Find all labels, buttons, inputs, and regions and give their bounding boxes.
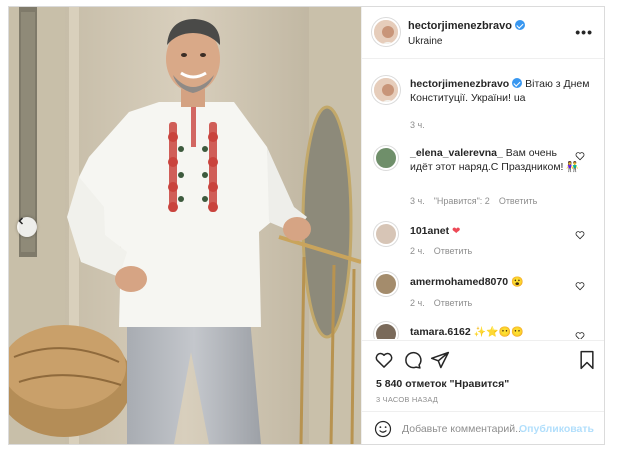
comment-icon[interactable] — [402, 350, 422, 370]
post-timestamp: 3 ЧАСОВ НАЗАД — [376, 395, 439, 404]
heart-icon[interactable] — [374, 350, 394, 370]
comment-input[interactable] — [402, 422, 527, 436]
verified-badge-icon — [514, 20, 525, 30]
comment-meta: 2 ч. Ответить — [410, 298, 481, 308]
comment-meta: 3 ч. "Нравится": 2 Ответить — [410, 196, 546, 206]
comment-username[interactable]: tamara.6162 — [410, 326, 471, 338]
reply-button[interactable]: Ответить — [434, 298, 472, 308]
comment-likes-count[interactable]: "Нравится": 2 — [434, 196, 490, 206]
caption-time: 3 ч. — [410, 120, 425, 130]
comment-like-heart-icon[interactable] — [575, 331, 585, 339]
avatar-image — [374, 78, 398, 102]
comment-emoji: 👫 — [566, 162, 579, 173]
add-comment-bar: Опубликовать — [362, 411, 604, 444]
red-heart-emoji: ❤ — [452, 226, 461, 237]
comment-time: 2 ч. — [410, 298, 425, 308]
comment-emoji: ✨⭐😶😶 — [473, 327, 524, 338]
comment-emoji: 😮 — [510, 277, 524, 288]
comments-list[interactable]: hectorjimenezbravo Вітаю з Днем Конститу… — [362, 60, 604, 339]
comment-like-heart-icon[interactable] — [575, 151, 585, 161]
comment-like-heart-icon[interactable] — [575, 281, 585, 291]
comment-avatar[interactable] — [374, 272, 398, 296]
caption-username[interactable]: hectorjimenezbravo — [410, 78, 509, 90]
caption-avatar[interactable] — [372, 76, 400, 104]
comment-item: amermohamed8070 😮 — [410, 275, 580, 290]
comment-username[interactable]: amermohamed8070 — [410, 276, 508, 288]
comment-avatar[interactable] — [374, 322, 398, 339]
comment-avatar[interactable] — [374, 222, 398, 246]
reply-button[interactable]: Ответить — [499, 196, 537, 206]
more-options-icon[interactable]: ••• — [575, 25, 593, 39]
author-username[interactable]: hectorjimenezbravo — [408, 20, 525, 32]
post-side-panel: hectorjimenezbravo Ukraine ••• hectorjim… — [361, 7, 604, 444]
comment-like-heart-icon[interactable] — [575, 230, 585, 240]
share-icon[interactable] — [430, 350, 450, 370]
post-actions: 5 840 отметок "Нравится" 3 ЧАСОВ НАЗАД О… — [362, 340, 604, 444]
post-header: hectorjimenezbravo Ukraine ••• — [362, 7, 604, 59]
comment-time: 3 ч. — [410, 196, 425, 206]
previous-photo-button[interactable] — [17, 217, 37, 237]
comment-time: 2 ч. — [410, 246, 425, 256]
photo-illustration — [9, 7, 361, 444]
post-photo[interactable] — [9, 7, 361, 444]
avatar-image — [374, 20, 398, 44]
comment-username[interactable]: _elena_valerevna_ — [410, 147, 503, 159]
post-dialog: hectorjimenezbravo Ukraine ••• hectorjim… — [8, 6, 605, 445]
comment-avatar[interactable] — [374, 146, 398, 170]
verified-badge-icon — [512, 78, 523, 88]
post-location[interactable]: Ukraine — [408, 36, 442, 47]
comment-item: _elena_valerevna_ Вам очень идёт этот на… — [410, 146, 580, 175]
comment-username[interactable]: 101anet — [410, 225, 449, 237]
bookmark-icon[interactable] — [578, 350, 596, 370]
publish-button[interactable]: Опубликовать — [519, 423, 594, 435]
author-username-text[interactable]: hectorjimenezbravo — [408, 20, 512, 32]
post-caption: hectorjimenezbravo Вітаю з Днем Конститу… — [410, 77, 590, 105]
reply-button[interactable]: Ответить — [434, 246, 472, 256]
comment-item: 101anet ❤ — [410, 224, 580, 239]
smiley-icon[interactable] — [374, 420, 392, 438]
author-avatar[interactable] — [372, 18, 400, 46]
comment-item: tamara.6162 ✨⭐😶😶 — [410, 325, 580, 339]
comment-meta: 2 ч. Ответить — [410, 246, 481, 256]
likes-count[interactable]: 5 840 отметок "Нравится" — [376, 378, 509, 390]
chevron-left-icon — [18, 217, 24, 225]
